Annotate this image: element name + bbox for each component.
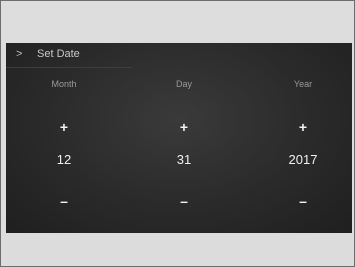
day-increment-button[interactable]: + [166,116,202,138]
day-decrement-button[interactable]: – [166,190,202,212]
month-label: Month [51,79,77,89]
year-decrement-button[interactable]: – [285,190,321,212]
year-increment-button[interactable]: + [285,116,321,138]
set-date-screen: > Set Date Month + 12 – Day + 31 – Year … [6,43,352,233]
month-value: 12 [56,152,72,167]
month-increment-button[interactable]: + [46,116,82,138]
page-title: Set Date [37,48,80,60]
footer-area [6,233,352,266]
device-frame: > Set Date Month + 12 – Day + 31 – Year … [0,0,355,267]
year-label: Year [293,79,313,89]
day-label: Day [175,79,192,89]
chevron-right-icon[interactable]: > [16,48,22,60]
year-value: 2017 [288,152,318,167]
screen-header[interactable]: > Set Date [6,43,132,68]
month-decrement-button[interactable]: – [46,190,82,212]
day-value: 31 [176,152,192,167]
